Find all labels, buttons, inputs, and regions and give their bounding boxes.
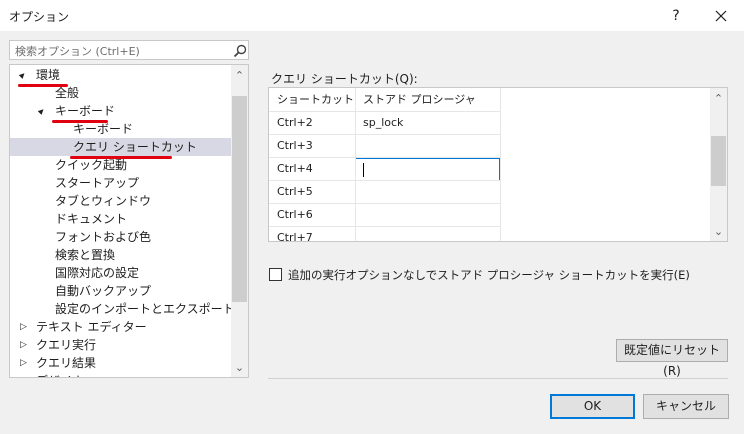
- search-input[interactable]: 検索オプション (Ctrl+E): [15, 43, 140, 59]
- tree-item[interactable]: ▷ クエリ結果: [10, 354, 230, 372]
- tree-item[interactable]: スタートアップ: [10, 174, 230, 192]
- collapsed-arrow-icon[interactable]: ▷: [20, 354, 27, 372]
- tree-item-label: クエリ ショートカット: [73, 140, 197, 154]
- window-title: オプション: [9, 10, 70, 24]
- procedure-cell[interactable]: [355, 134, 500, 157]
- procedure-cell[interactable]: [355, 180, 500, 203]
- tree-item-label: 設定のインポートとエクスポート: [55, 302, 235, 316]
- reset-defaults-button[interactable]: 既定値にリセット(R): [616, 339, 728, 378]
- collapsed-arrow-icon[interactable]: ▷: [20, 372, 27, 377]
- tree-item[interactable]: 検索と置換: [10, 246, 230, 264]
- text-cursor: [363, 163, 364, 177]
- tree-item[interactable]: クエリ ショートカット: [10, 138, 232, 156]
- grid-scroll-down-icon[interactable]: ⌄: [710, 223, 727, 240]
- expanded-arrow-icon[interactable]: ▲: [14, 67, 31, 84]
- grid-scroll-thumb[interactable]: [711, 136, 726, 186]
- tree-item[interactable]: キーボード: [10, 120, 230, 138]
- grid-row-line: [269, 157, 500, 158]
- shortcut-cell[interactable]: Ctrl+5: [269, 180, 355, 203]
- tree-item-label: 自動バックアップ: [55, 284, 152, 298]
- tree-item[interactable]: ▷ デザイナー: [10, 372, 230, 377]
- grid-column-line: [355, 88, 356, 241]
- annotation-underline: [52, 120, 108, 123]
- procedure-cell[interactable]: [355, 203, 500, 226]
- grid-column-line: [500, 88, 501, 241]
- options-tree[interactable]: ▲ 環境 全般 ▲ キーボード キーボード クエリ ショートカット クイック起動 スタートアップ…: [9, 64, 249, 378]
- grid-row-line: [269, 111, 500, 112]
- footer-separator: [268, 378, 728, 379]
- column-header[interactable]: ショートカット: [269, 88, 355, 111]
- scroll-down-icon[interactable]: ⌄: [231, 359, 248, 376]
- tree-item-label: フォントおよび色: [55, 230, 152, 244]
- tree-item-label: デザイナー: [36, 372, 96, 377]
- help-button[interactable]: ?: [664, 5, 688, 27]
- procedure-edit-input[interactable]: [355, 158, 500, 181]
- tree-item[interactable]: ▲ 環境: [10, 66, 230, 84]
- tree-item[interactable]: タブとウィンドウ: [10, 192, 230, 210]
- shortcut-cell[interactable]: Ctrl+6: [269, 203, 355, 226]
- tree-item-label: スタートアップ: [55, 176, 140, 190]
- tree-item[interactable]: ▷ クエリ実行: [10, 336, 230, 354]
- tree-item[interactable]: フォントおよび色: [10, 228, 230, 246]
- tree-item[interactable]: 自動バックアップ: [10, 282, 230, 300]
- search-box[interactable]: 検索オプション (Ctrl+E): [9, 40, 249, 60]
- tree-item-label: テキスト エディター: [36, 320, 147, 334]
- collapsed-arrow-icon[interactable]: ▷: [20, 336, 27, 354]
- grid-row-line: [269, 203, 500, 204]
- tree-item-label: タブとウィンドウ: [55, 194, 152, 208]
- tree-item-label: 環境: [36, 68, 61, 82]
- shortcuts-label: クエリ ショートカット(Q):: [271, 72, 418, 86]
- search-icon[interactable]: [232, 43, 248, 59]
- tree-item[interactable]: ▲ キーボード: [10, 102, 230, 120]
- title-bar: [0, 0, 744, 31]
- tree-item[interactable]: 国際対応の設定: [10, 264, 230, 282]
- procedure-cell[interactable]: sp_lock: [355, 111, 500, 134]
- tree-item[interactable]: ▷ テキスト エディター: [10, 318, 230, 336]
- expanded-arrow-icon[interactable]: ▲: [33, 103, 50, 120]
- shortcut-cell[interactable]: Ctrl+7: [269, 226, 355, 241]
- tree-scrollbar[interactable]: ⌃ ⌄: [231, 65, 248, 377]
- run-without-options-label: 追加の実行オプションなしでストアド プロシージャ ショートカットを実行(E): [288, 268, 690, 282]
- tree-item-label: 検索と置換: [55, 248, 116, 262]
- tree-item-label: ドキュメント: [55, 212, 128, 226]
- grid-row-line: [269, 180, 500, 181]
- tree-item-label: 国際対応の設定: [55, 266, 140, 280]
- tree-item-label: キーボード: [55, 104, 116, 118]
- grid-row-line: [269, 134, 500, 135]
- shortcuts-grid[interactable]: ショートカット ストアド プロシージャ Ctrl+2 sp_lock Ctrl+3 Ctr…: [268, 87, 728, 242]
- cancel-button[interactable]: キャンセル: [643, 394, 729, 419]
- tree-item[interactable]: 設定のインポートとエクスポート: [10, 300, 235, 318]
- scroll-up-icon[interactable]: ⌃: [231, 67, 248, 84]
- close-button[interactable]: [706, 3, 736, 29]
- procedure-cell[interactable]: [355, 226, 500, 241]
- collapsed-arrow-icon[interactable]: ▷: [20, 318, 27, 336]
- annotation-underline: [18, 84, 68, 87]
- shortcut-cell[interactable]: Ctrl+3: [269, 134, 355, 157]
- tree-item-label: クエリ実行: [36, 338, 97, 352]
- tree-item-label: クエリ結果: [36, 356, 97, 370]
- annotation-underline: [70, 156, 172, 159]
- shortcut-cell[interactable]: Ctrl+4: [269, 157, 355, 180]
- tree-item[interactable]: ドキュメント: [10, 210, 230, 228]
- grid-scroll-up-icon[interactable]: ⌃: [710, 90, 727, 107]
- grid-scrollbar[interactable]: ⌃ ⌄: [710, 88, 727, 241]
- run-without-options-checkbox[interactable]: [269, 268, 282, 281]
- ok-button[interactable]: OK: [550, 394, 635, 419]
- shortcut-cell[interactable]: Ctrl+2: [269, 111, 355, 134]
- close-icon: [715, 10, 727, 22]
- column-header[interactable]: ストアド プロシージャ: [355, 88, 500, 111]
- tree-scroll-thumb[interactable]: [232, 96, 247, 302]
- grid-row-line: [269, 226, 500, 227]
